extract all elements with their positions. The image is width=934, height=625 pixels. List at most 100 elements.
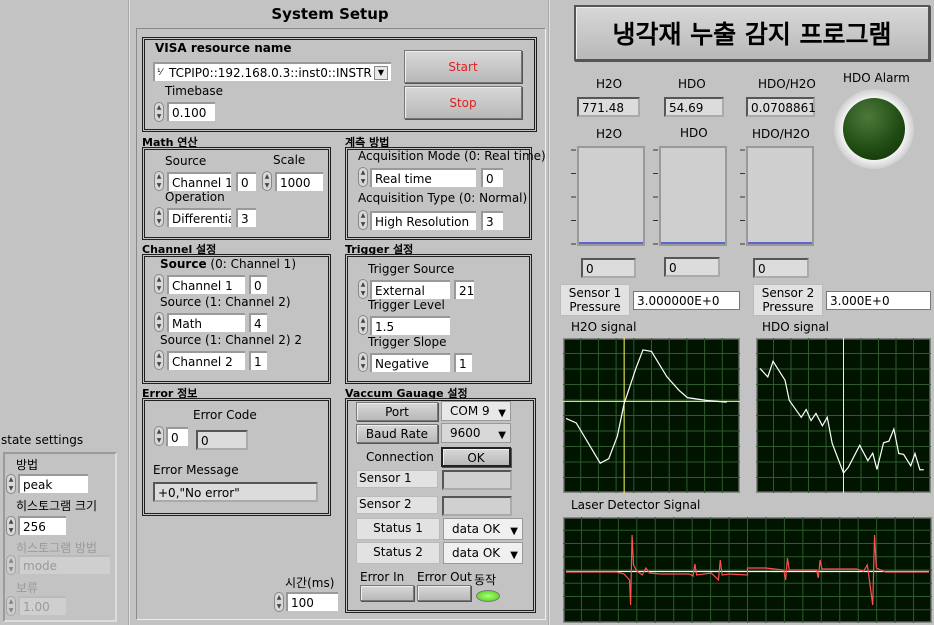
hdo-readout: 54.69	[664, 97, 724, 117]
status1-label: Status 1	[356, 518, 440, 540]
hdo-meter	[653, 146, 727, 246]
sensor1-label: Sensor 1	[356, 470, 438, 488]
hold-stepper: ▲ ▼	[6, 596, 16, 616]
start-button[interactable]: Start	[404, 50, 522, 83]
math-operation-ring[interactable]: Differentia	[167, 208, 231, 227]
ratio-meter-label: HDO/H2O	[752, 127, 810, 141]
channel-src2-stepper[interactable]: ▲ ▼	[154, 350, 164, 370]
error-out-button[interactable]	[417, 585, 471, 601]
ratio-readout: 0.0708861	[746, 97, 816, 117]
sensor2-pressure-label: Sensor 2 Pressure	[753, 284, 823, 316]
dropdown-arrow-icon: ▼	[510, 550, 518, 561]
math-operation-number: 3	[236, 208, 256, 227]
trigger-level-stepper[interactable]: ▲ ▼	[358, 315, 368, 335]
math-operation-label: Operation	[165, 190, 225, 204]
sensor2-pressure-value: 3.000E+0	[826, 291, 931, 310]
channel-src0-ring[interactable]: Channel 1	[167, 275, 245, 294]
error-out-label: Error Out	[417, 570, 472, 584]
acq-mode-number: 0	[481, 168, 503, 187]
hist-method-label: 히스토그램 방법	[16, 541, 98, 555]
stop-button[interactable]: Stop	[404, 86, 522, 119]
h2o-signal-graph[interactable]	[563, 338, 740, 493]
visa-label: VISA resource name	[155, 41, 292, 55]
ratio-meter	[740, 146, 814, 246]
time-stepper[interactable]: ▲ ▼	[274, 592, 284, 612]
trigger-source-ring[interactable]: External	[370, 280, 450, 299]
panel-divider	[548, 0, 550, 625]
acq-mode-ring[interactable]: Real time	[370, 168, 476, 187]
math-source-stepper[interactable]: ▲ ▼	[154, 171, 164, 191]
error-code-stepper[interactable]: ▲ ▼	[154, 426, 164, 446]
baud-label-button: Baud Rate	[356, 424, 438, 443]
error-message-indicator: +0,"No error"	[153, 482, 318, 502]
method-stepper[interactable]: ▲ ▼	[6, 474, 16, 494]
dropdown-arrow-icon: ▼	[498, 430, 506, 441]
sensor1-bar	[442, 470, 512, 490]
visa-resource-select[interactable]: ⅟ TCPIP0::192.168.0.3::inst0::INSTR ▼	[153, 62, 391, 81]
baud-select[interactable]: 9600 ▼	[441, 423, 511, 443]
app-title-button[interactable]: 냉각재 누출 감지 프로그램	[574, 5, 930, 61]
hdo-readout-label: HDO	[678, 77, 706, 91]
time-input[interactable]: 100	[286, 592, 338, 611]
laser-signal-graph[interactable]	[563, 517, 932, 623]
trigger-source-number: 21	[454, 280, 474, 299]
s2-label-line1: Sensor 2	[761, 286, 815, 300]
hold-input: 1.00	[18, 596, 66, 615]
math-source-ring[interactable]: Channel 1	[167, 172, 231, 191]
h2o-meter	[571, 146, 645, 246]
port-select[interactable]: COM 9 ▼	[441, 401, 511, 421]
channel-src2-ring[interactable]: Channel 2	[167, 351, 245, 370]
trigger-source-stepper[interactable]: ▲ ▼	[358, 279, 368, 299]
error-code-input[interactable]: 0	[166, 427, 188, 446]
sensor1-pressure-value: 3.000000E+0	[633, 291, 740, 310]
visa-value: TCPIP0::192.168.0.3::inst0::INSTR	[169, 66, 372, 80]
panel-divider	[128, 0, 130, 625]
channel-src1-stepper[interactable]: ▲ ▼	[154, 312, 164, 332]
math-scale-label: Scale	[273, 153, 306, 167]
channel-src1-label: Source (1: Channel 2)	[160, 295, 291, 309]
timebase-stepper[interactable]: ▲ ▼	[154, 102, 164, 122]
acq-type-stepper[interactable]: ▲ ▼	[358, 210, 368, 230]
meter-frame	[746, 146, 814, 246]
channel-src0-stepper[interactable]: ▲ ▼	[154, 274, 164, 294]
status2-label: Status 2	[356, 542, 440, 564]
h2o-signal-title: H2O signal	[571, 320, 637, 334]
trigger-slope-label: Trigger Slope	[368, 335, 447, 349]
math-scale-input[interactable]: 1000	[275, 172, 323, 191]
channel-src1-ring[interactable]: Math	[167, 313, 245, 332]
hist-method-ring: mode	[18, 555, 110, 574]
h2o-readout-label: H2O	[596, 77, 623, 91]
trigger-slope-stepper[interactable]: ▲ ▼	[358, 352, 368, 372]
acq-type-label: Acquisition Type (0: Normal)	[358, 191, 528, 205]
status1-value: data OK	[452, 522, 501, 536]
hold-label: 보류	[16, 581, 39, 595]
connection-ok-button[interactable]: OK	[441, 447, 511, 467]
error-code-indicator: 0	[196, 430, 248, 450]
hdo-signal-title: HDO signal	[762, 320, 830, 334]
status1-select[interactable]: data OK ▼	[443, 518, 523, 540]
dropdown-arrow-icon[interactable]: ▼	[374, 66, 388, 80]
acq-type-number: 3	[481, 211, 503, 230]
acq-mode-stepper[interactable]: ▲ ▼	[358, 167, 368, 187]
error-in-button[interactable]	[360, 585, 414, 601]
hist-size-label: 히스토그램 크기	[16, 499, 98, 513]
run-led-indicator	[476, 590, 500, 602]
method-ring[interactable]: peak	[18, 474, 88, 493]
status2-select[interactable]: data OK ▼	[443, 542, 523, 564]
math-source-number: 0	[236, 172, 256, 191]
connection-label: Connection	[366, 450, 434, 464]
h2o-readout: 771.48	[577, 97, 640, 117]
timebase-input[interactable]: 0.100	[167, 102, 215, 121]
acq-type-ring[interactable]: High Resolution	[370, 211, 476, 230]
state-settings-title: state settings	[1, 433, 84, 447]
hist-size-stepper[interactable]: ▲ ▼	[6, 516, 16, 536]
hist-size-input[interactable]: 256	[18, 516, 66, 535]
hdo-meter-value: 0	[664, 257, 720, 277]
trigger-level-input[interactable]: 1.5	[370, 316, 450, 335]
math-scale-stepper[interactable]: ▲ ▼	[262, 171, 272, 191]
math-operation-stepper[interactable]: ▲ ▼	[154, 207, 164, 227]
hdo-signal-graph[interactable]	[756, 338, 931, 493]
hdo-alarm-led	[843, 98, 905, 160]
timebase-label: Timebase	[165, 84, 223, 98]
trigger-slope-ring[interactable]: Negative	[370, 353, 450, 372]
